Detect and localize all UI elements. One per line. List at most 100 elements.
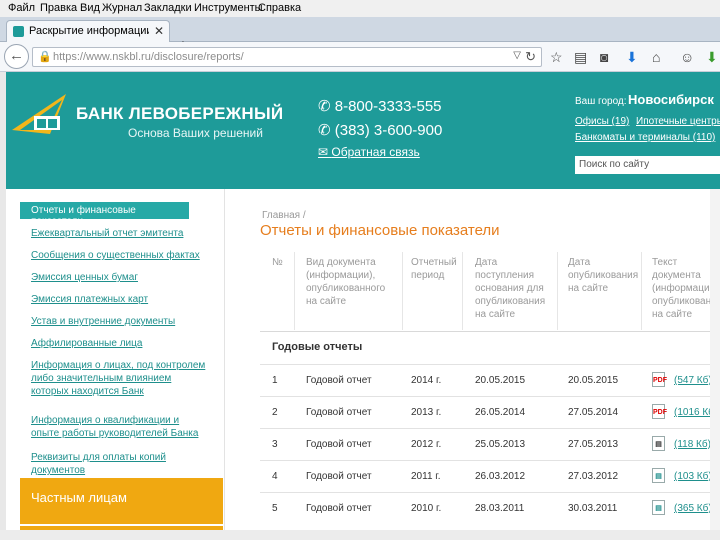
phone-2-text: (383) 3-600-900 [334, 122, 443, 139]
document-link[interactable]: (118 Кб) [674, 439, 711, 450]
phone-icon: ✆ [318, 98, 335, 115]
address-bar[interactable]: 🔒 https://www.nskbl.ru/disclosure/report… [32, 47, 542, 67]
phone-icon: ✆ [318, 122, 335, 139]
row-received: 26.03.2012 [475, 471, 526, 482]
brand-name[interactable]: БАНК ЛЕВОБЕРЕЖНЫЙ [76, 104, 283, 124]
document-icon[interactable]: ▤ [652, 500, 665, 515]
menu-tools[interactable]: Инструменты [194, 2, 263, 14]
sidebar-item-management-experience[interactable]: Информация о квалификации и опыте работы… [31, 414, 206, 440]
row-number: 1 [272, 375, 278, 386]
row-number: 2 [272, 407, 278, 418]
feedback-text: Обратная связь [331, 145, 420, 159]
url-dropdown-icon[interactable]: ▽ [513, 50, 521, 61]
download-icon[interactable]: ⬇ [626, 49, 638, 66]
sidebar-item-material-facts[interactable]: Сообщения о существенных фактах [31, 249, 221, 262]
row-period: 2014 г. [411, 375, 442, 386]
document-icon[interactable]: ▤ [652, 468, 665, 483]
page-title: Отчеты и финансовые показатели [260, 222, 500, 239]
header-divider [260, 331, 720, 332]
document-link[interactable]: (103 Кб) [674, 471, 712, 482]
sidebar-item-payment-details[interactable]: Реквизиты для оплаты копий документов [31, 451, 221, 477]
row-published: 27.05.2014 [568, 407, 619, 418]
document-link[interactable]: (547 Кб) [674, 375, 712, 386]
tab-title: Раскрытие информации | Б... [29, 25, 149, 37]
smiley-icon[interactable]: ☺ [680, 49, 694, 65]
sidebar-item-charter[interactable]: Устав и внутренние документы [31, 315, 221, 328]
section-title: Годовые отчеты [272, 341, 363, 353]
city-selector[interactable]: Новосибирск [628, 92, 714, 107]
table-row: 3 Годовой отчет 2012 г. 25.05.2013 27.05… [260, 428, 720, 459]
private-clients-button[interactable]: Частным лицам [20, 478, 223, 524]
row-received: 28.03.2011 [475, 503, 525, 514]
row-period: 2013 г. [411, 407, 442, 418]
column-divider [462, 252, 463, 330]
sidebar-item-controlling-persons[interactable]: Информация о лицах, под контролем либо з… [31, 359, 206, 398]
row-number: 5 [272, 503, 278, 514]
url-text: https://www.nskbl.ru/disclosure/reports/ [53, 51, 244, 63]
row-type: Годовой отчет [306, 407, 372, 418]
browser-tab[interactable]: Раскрытие информации | Б... ✕ [6, 20, 170, 42]
menu-bookmarks[interactable]: Закладки [144, 2, 192, 14]
pdf-icon[interactable]: PDF [652, 372, 667, 387]
brand-tagline: Основа Ваших решений [128, 126, 263, 140]
column-divider [557, 252, 558, 330]
col-header-period: Отчетный период [411, 257, 457, 281]
column-divider [641, 252, 642, 330]
row-type: Годовой отчет [306, 471, 372, 482]
phone-1: ✆ 8-800-3333-555 [318, 97, 442, 115]
document-icon[interactable]: ▤ [652, 436, 665, 451]
menu-edit[interactable]: Правка [40, 2, 77, 14]
sidebar-item-active[interactable]: Отчеты и финансовые показатели [20, 202, 189, 227]
row-published: 20.05.2015 [568, 375, 619, 386]
breadcrumb[interactable]: Главная / [262, 210, 306, 221]
pocket-icon[interactable]: ◙ [600, 49, 608, 65]
horizontal-scrollbar[interactable] [0, 530, 720, 540]
row-number: 4 [272, 471, 278, 482]
window-left-edge [0, 72, 6, 540]
table-row: 1 Годовой отчет 2014 г. 20.05.2015 20.05… [260, 364, 720, 395]
feedback-link[interactable]: ✉ Обратная связь [318, 145, 420, 159]
city-label: Ваш город: [575, 96, 627, 107]
row-type: Годовой отчет [306, 503, 372, 514]
col-header-number: № [272, 257, 283, 268]
row-received: 25.05.2013 [475, 439, 526, 450]
row-period: 2010 г. [411, 503, 442, 514]
table-row: 2 Годовой отчет 2013 г. 26.05.2014 27.05… [260, 396, 720, 427]
pdf-icon[interactable]: PDF [652, 404, 667, 419]
sidebar-item-quarterly-report[interactable]: Ежеквартальный отчет эмитента [31, 227, 221, 240]
sidebar-item-securities[interactable]: Эмиссия ценных бумаг [31, 271, 221, 284]
menu-view[interactable]: Вид [80, 2, 100, 14]
column-divider [402, 252, 403, 330]
site-search-input[interactable]: Поиск по сайту [575, 156, 720, 174]
bank-logo-icon[interactable] [8, 90, 72, 140]
table-row: 4 Годовой отчет 2011 г. 26.03.2012 27.03… [260, 460, 720, 491]
mortgage-centers-link[interactable]: Ипотечные центры [636, 116, 720, 127]
row-number: 3 [272, 439, 278, 450]
col-header-received-date: Дата поступления основания для опубликов… [475, 257, 546, 320]
phone-2: ✆ (383) 3-600-900 [318, 121, 442, 139]
phone-1-text: 8-800-3333-555 [334, 98, 442, 115]
reload-icon[interactable]: ↻ [525, 49, 536, 65]
vertical-scrollbar[interactable] [710, 189, 720, 540]
atms-link[interactable]: Банкоматы и терминалы (110) [575, 132, 715, 143]
menu-file[interactable]: Файл [8, 2, 35, 14]
menu-history[interactable]: Журнал [102, 2, 142, 14]
menu-help[interactable]: Справка [258, 2, 301, 14]
row-type: Годовой отчет [306, 439, 372, 450]
offices-link[interactable]: Офисы (19) [575, 116, 629, 127]
row-received: 26.05.2014 [475, 407, 526, 418]
favicon-icon [13, 26, 24, 37]
reading-list-icon[interactable]: ▤ [574, 49, 587, 66]
back-button[interactable]: ← [4, 44, 29, 69]
document-link[interactable]: (365 Кб) [674, 503, 712, 514]
bookmark-star-icon[interactable]: ☆ [550, 49, 563, 66]
home-icon[interactable]: ⌂ [652, 49, 660, 65]
close-tab-icon[interactable]: ✕ [154, 24, 164, 38]
sidebar-item-cards[interactable]: Эмиссия платежных карт [31, 293, 221, 306]
sidebar-item-affiliates[interactable]: Аффилированные лица [31, 337, 221, 350]
row-published: 27.03.2012 [568, 471, 619, 482]
table-row: 5 Годовой отчет 2010 г. 28.03.2011 30.03… [260, 492, 720, 523]
navigation-bar: ← 🔒 https://www.nskbl.ru/disclosure/repo… [0, 42, 720, 72]
addon-icon[interactable]: ⬇ [706, 49, 718, 66]
tab-strip: Раскрытие информации | Б... ✕ + [0, 17, 720, 55]
